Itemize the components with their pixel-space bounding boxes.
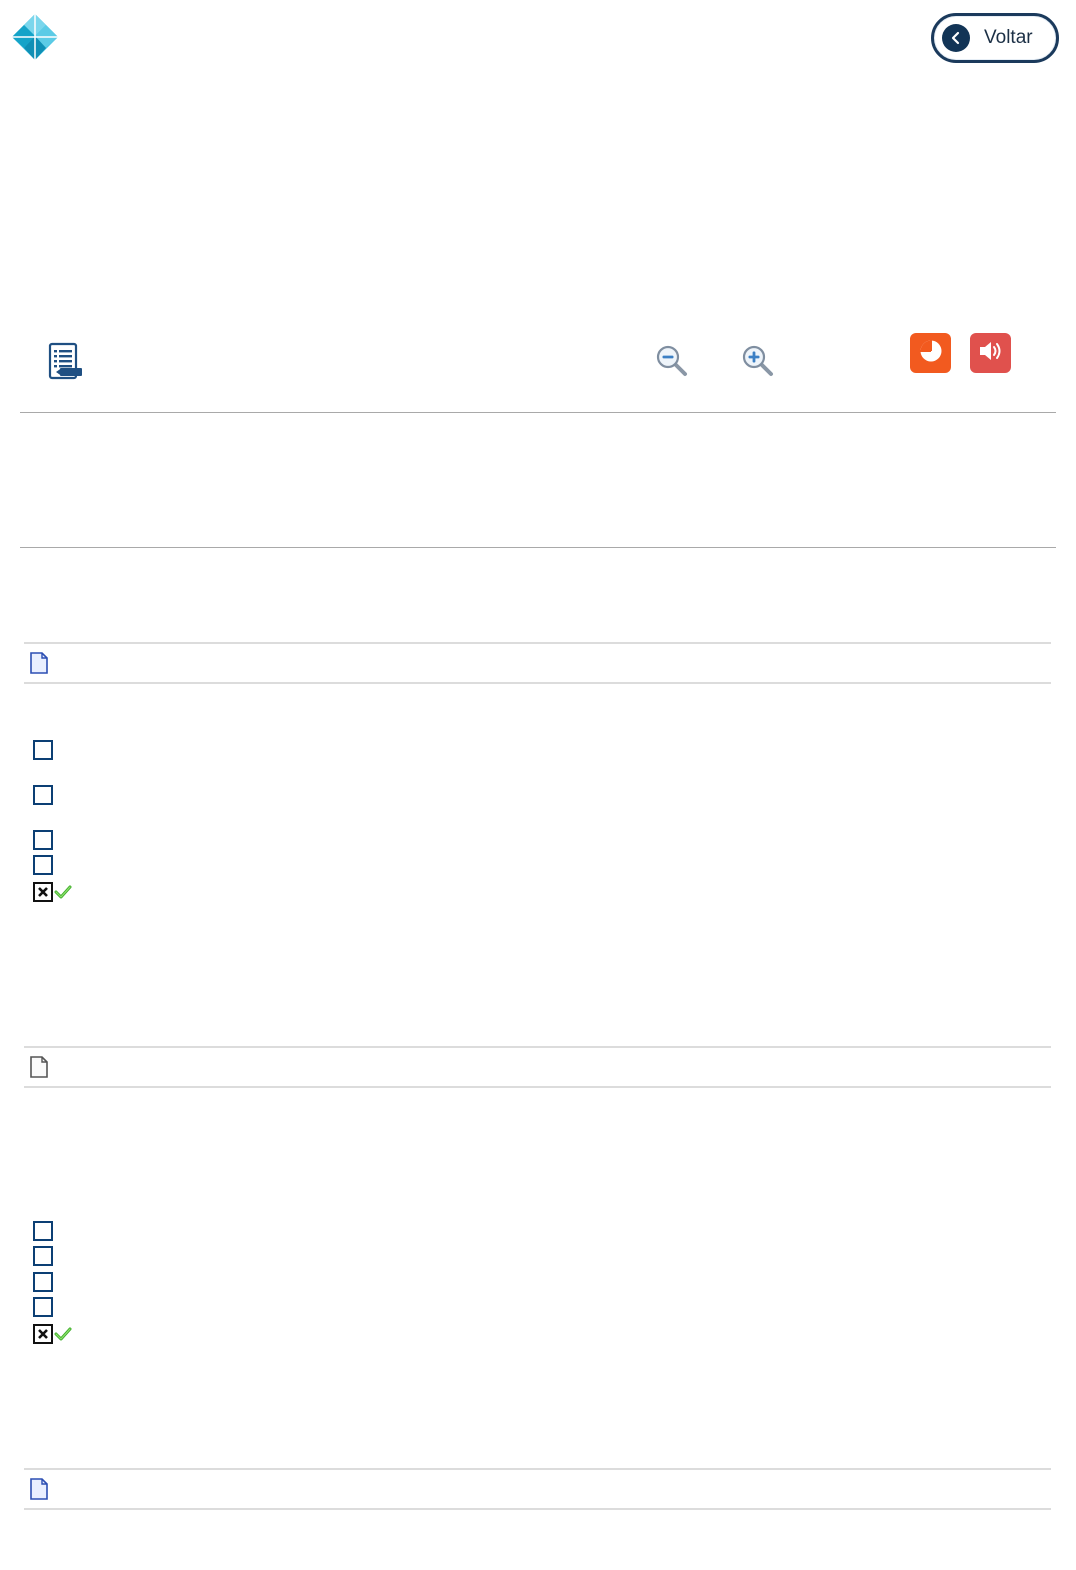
correct-check-icon (54, 1327, 72, 1341)
correct-check-icon (54, 885, 72, 899)
question-header-bar (24, 1046, 1051, 1088)
back-button-label: Voltar (984, 27, 1033, 48)
answer-checkbox[interactable] (33, 785, 53, 805)
divider (20, 547, 1056, 548)
x-mark-icon (38, 1329, 48, 1339)
divider (20, 412, 1056, 413)
pie-chart-icon (918, 338, 944, 369)
answer-checkbox[interactable] (33, 855, 53, 875)
pie-chart-button[interactable] (910, 333, 951, 373)
answer-checkbox-selected[interactable] (33, 882, 53, 902)
answer-checkbox[interactable] (33, 1297, 53, 1317)
document-icon[interactable] (30, 1478, 48, 1500)
table-of-contents-icon[interactable] (46, 342, 84, 382)
answer-checkbox[interactable] (33, 1272, 53, 1292)
answer-checkbox[interactable] (33, 830, 53, 850)
answer-checkbox[interactable] (33, 740, 53, 760)
diamond-logo-icon (10, 12, 60, 62)
question-header-bar (24, 642, 1051, 684)
chevron-left-icon (942, 24, 970, 52)
answer-checkbox[interactable] (33, 1246, 53, 1266)
x-mark-icon (38, 887, 48, 897)
document-icon[interactable] (30, 652, 48, 674)
question-header-bar (24, 1468, 1051, 1510)
audio-button[interactable] (970, 333, 1011, 373)
answer-checkbox-selected[interactable] (33, 1324, 53, 1344)
zoom-in-icon[interactable] (740, 343, 776, 379)
zoom-out-icon[interactable] (654, 343, 690, 379)
speaker-icon (977, 339, 1005, 368)
answer-checkbox[interactable] (33, 1221, 53, 1241)
document-icon[interactable] (30, 1056, 48, 1078)
back-button[interactable]: Voltar (931, 13, 1059, 63)
